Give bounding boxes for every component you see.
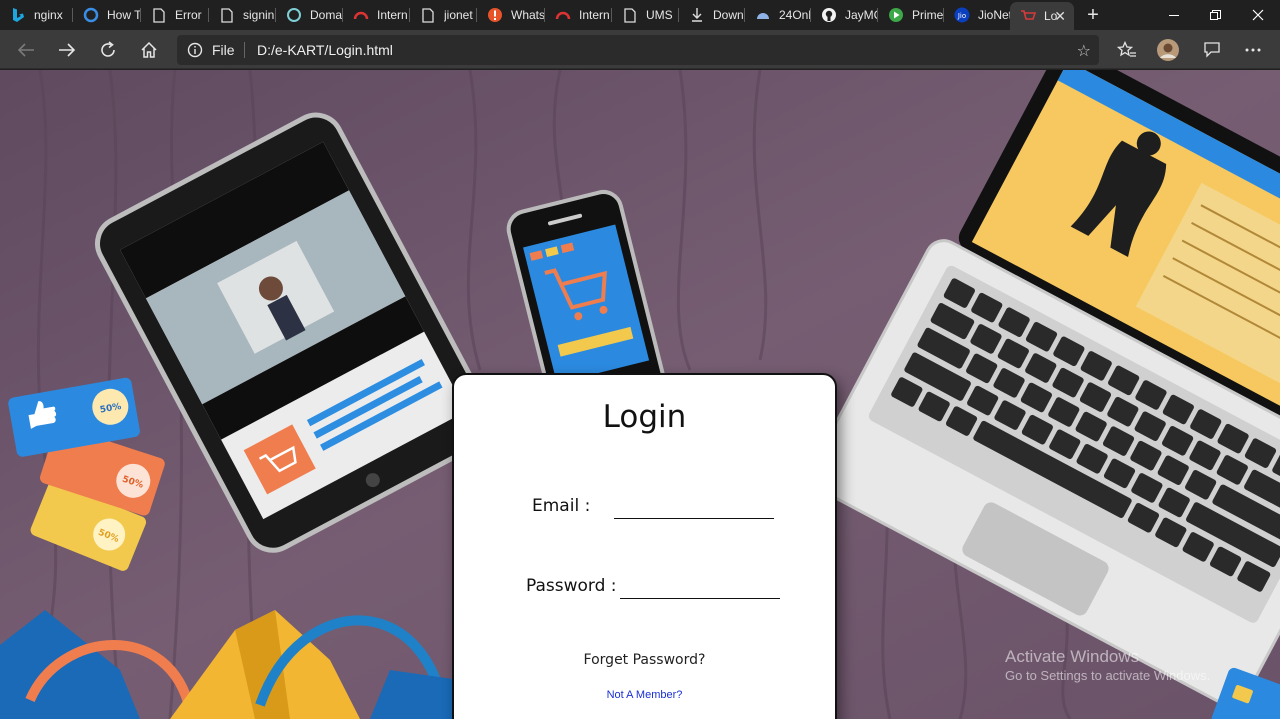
tab-label: Whats [511, 8, 545, 22]
tab-jionet-2[interactable]: Jio JioNet [944, 0, 1010, 30]
tab-how-to[interactable]: How T [73, 0, 141, 30]
tab-login-active[interactable]: Lo ✕ [1010, 2, 1074, 30]
tab-label: JioNet [978, 8, 1010, 22]
tab-label: 24Onl [779, 8, 811, 22]
tab-label: UMS [646, 8, 673, 22]
refresh-button[interactable] [93, 35, 123, 65]
minimize-icon [1168, 14, 1179, 16]
login-title: Login [602, 399, 687, 435]
protocol-label: File [212, 42, 235, 58]
page-icon [151, 7, 167, 23]
edge-refresh-icon [83, 7, 99, 23]
tab-download[interactable]: Down [679, 0, 745, 30]
bing-icon [10, 7, 26, 23]
close-window-button[interactable] [1235, 0, 1280, 30]
tab-label: Doma [310, 8, 343, 22]
password-label: Password : [526, 576, 617, 596]
play-icon [888, 7, 904, 23]
tab-label: Error [175, 8, 202, 22]
profile-button[interactable] [1153, 35, 1183, 65]
activate-windows-subtitle: Go to Settings to activate Windows. [1005, 668, 1211, 683]
page-icon [219, 7, 235, 23]
favorites-icon [1117, 41, 1136, 57]
forward-arrow-icon [59, 43, 76, 57]
tab-label: Intern [579, 8, 610, 22]
tab-label: How T [107, 8, 141, 22]
back-button[interactable] [11, 35, 41, 65]
close-tab-icon[interactable]: ✕ [1054, 8, 1066, 25]
restore-icon [1209, 9, 1221, 20]
tab-signin[interactable]: signin [209, 0, 276, 30]
tab-whats[interactable]: Whats [477, 0, 545, 30]
page-icon [420, 7, 436, 23]
new-tab-button[interactable]: + [1081, 3, 1105, 27]
tab-prime[interactable]: Prime [878, 0, 944, 30]
address-bar[interactable]: File D:/e-KART/Login.html ☆ [177, 35, 1099, 65]
page-content: 50% 50% 50% Login Email: Password: For… [0, 70, 1280, 719]
tab-github[interactable]: JayMC [811, 0, 878, 30]
tab-label: jionet [444, 8, 473, 22]
restore-button[interactable] [1192, 0, 1238, 30]
feedback-icon [1204, 42, 1220, 58]
tab-internet-2[interactable]: Intern [545, 0, 612, 30]
refresh-icon [101, 41, 115, 57]
activate-windows-title: Activate Windows [1005, 647, 1140, 666]
jio-icon: Jio [954, 7, 970, 23]
browser-toolbar: File D:/e-KART/Login.html ☆ [0, 30, 1280, 69]
home-button[interactable] [134, 35, 164, 65]
tab-24online[interactable]: 24Onl [745, 0, 811, 30]
email-label: Email : [532, 496, 591, 516]
favorites-button[interactable] [1112, 35, 1142, 65]
alert-icon [487, 7, 503, 23]
more-ellipsis-icon [1245, 48, 1261, 52]
tab-label: Down [713, 8, 744, 22]
tab-label: nginx [34, 8, 63, 22]
tab-jionet[interactable]: jionet [410, 0, 477, 30]
tab-label: Prime [912, 8, 944, 22]
tab-label: JayMC [845, 8, 878, 22]
avatar [1157, 39, 1179, 61]
tab-nginx[interactable]: nginx [0, 0, 73, 30]
github-icon [821, 7, 837, 23]
page-icon [622, 7, 638, 23]
password-field[interactable] [620, 577, 780, 599]
email-field[interactable] [614, 497, 774, 519]
close-icon [1252, 9, 1264, 21]
tab-domain[interactable]: Doma [276, 0, 343, 30]
feedback-button[interactable] [1197, 35, 1227, 65]
download-icon [689, 7, 705, 23]
not-a-member-link[interactable]: Not A Member? [454, 689, 835, 701]
login-form-card: Login Email : Password : Forget Password… [452, 373, 837, 719]
tab-strip: nginx How T Error signin Doma Intern jio… [0, 0, 1280, 30]
tab-label: Intern [377, 8, 408, 22]
gauge-icon [555, 7, 571, 23]
tab-ums[interactable]: UMS [612, 0, 679, 30]
svg-text:Jio: Jio [957, 12, 966, 20]
add-favorite-star-icon[interactable]: ☆ [1077, 41, 1091, 61]
tab-label: signin [243, 8, 275, 22]
info-icon[interactable] [187, 42, 203, 58]
minimize-button[interactable] [1151, 0, 1197, 30]
cart-icon [1020, 8, 1036, 24]
back-arrow-icon [17, 43, 34, 57]
forgot-password-link[interactable]: Forget Password? [454, 652, 835, 668]
home-icon [141, 41, 157, 58]
settings-more-button[interactable] [1238, 35, 1268, 65]
domain-icon [286, 7, 302, 23]
tab-error[interactable]: Error [141, 0, 209, 30]
url-text[interactable]: D:/e-KART/Login.html [257, 42, 393, 58]
forward-button[interactable] [52, 35, 82, 65]
gauge-icon [353, 7, 369, 23]
tab-internet-1[interactable]: Intern [343, 0, 410, 30]
cloud-icon [755, 7, 771, 23]
